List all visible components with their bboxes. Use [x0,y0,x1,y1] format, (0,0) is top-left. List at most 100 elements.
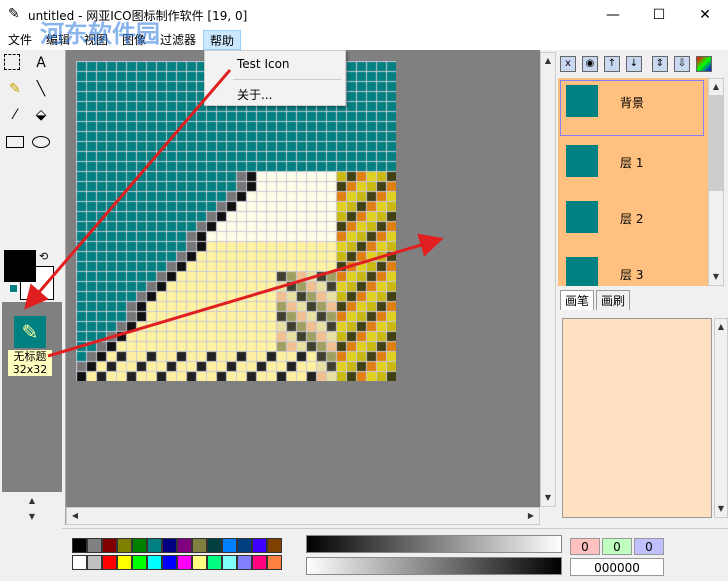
menu-item-about[interactable]: 关于... [237,86,272,103]
layer-item[interactable]: 层 3 [558,252,708,286]
dark-gradient-bar[interactable] [306,535,562,553]
palette-color[interactable] [147,538,162,553]
layer-panel: x ◉ ↑ ↓ ⇕ ⇩ 背景 层 1 层 2 层 3 ▲ ▼ 画笔 画刷 ▲ ▼ [556,50,728,525]
tab-pen[interactable]: 画笔 [560,290,595,310]
vertical-scrollbar[interactable]: ▲ ▼ [540,52,556,507]
ellipse-tool-icon[interactable] [32,136,50,148]
palette-color[interactable] [102,555,117,570]
layer-label: 层 2 [620,212,644,226]
line-tool-icon[interactable]: ╲ [30,78,52,100]
brush-scrollbar[interactable]: ▲ ▼ [714,318,728,518]
text-tool-icon[interactable]: A [30,52,52,74]
palette-color[interactable] [222,555,237,570]
palette-color[interactable] [267,555,282,570]
layer-list: 背景 层 1 层 2 层 3 [558,78,708,286]
layer-item[interactable]: 层 1 [558,140,708,196]
green-value[interactable]: 0 [602,538,632,555]
palette-color[interactable] [87,538,102,553]
palette-color[interactable] [252,538,267,553]
palette-color[interactable] [162,555,177,570]
palette-color[interactable] [162,538,177,553]
select-tool-icon[interactable] [4,54,20,70]
eyedropper-tool-icon[interactable]: ⁄ [4,104,26,126]
palette-color[interactable] [207,538,222,553]
pencil-tool-icon[interactable]: ✎ [4,78,26,100]
palette-color[interactable] [207,555,222,570]
palette-color[interactable] [177,538,192,553]
palette-color[interactable] [132,555,147,570]
pixel-editor-canvas[interactable] [76,61,396,381]
transparent-color-swatch[interactable] [9,284,18,293]
fill-tool-icon[interactable]: ⬙ [30,104,52,126]
merge-up-icon[interactable]: ⇕ [652,56,668,72]
palette-color[interactable] [87,555,102,570]
help-dropdown: Test Icon 关于... [204,50,346,106]
hex-value[interactable]: 000000 [570,558,664,576]
icon-thumbnail[interactable]: ✎ [14,316,46,348]
layer-label: 层 3 [620,268,644,282]
title-bar: ✎ untitled - 网亚ICO图标制作软件 [19, 0] 河东软件园 —… [0,0,728,48]
horizontal-scrollbar[interactable]: ◀ ▶ [66,507,540,525]
scroll-up-button[interactable]: ▲ [2,493,62,509]
palette-color[interactable] [72,538,87,553]
visibility-icon[interactable]: ◉ [582,56,598,72]
swap-colors-icon[interactable]: ⟲ [39,250,48,263]
palette-color[interactable] [192,555,207,570]
light-gradient-bar[interactable] [306,557,562,575]
scroll-up-button[interactable]: ▲ [541,53,555,69]
palette-color[interactable] [102,538,117,553]
color-layer-icon[interactable] [696,56,712,72]
layer-scrollbar[interactable]: ▲ ▼ [708,78,724,286]
palette-color[interactable] [117,538,132,553]
menu-help[interactable]: 帮助 [203,30,242,50]
layer-item[interactable]: 背景 [558,78,708,136]
icon-size: 32x32 [12,363,48,376]
layer-thumbnail [566,201,598,233]
canvas-area [66,50,540,507]
scroll-down-button[interactable]: ▼ [709,269,723,285]
palette-color[interactable] [267,538,282,553]
red-value[interactable]: 0 [570,538,600,555]
blue-value[interactable]: 0 [634,538,664,555]
move-up-icon[interactable]: ↑ [604,56,620,72]
layer-item[interactable]: 层 2 [558,196,708,252]
rectangle-tool-icon[interactable] [6,136,24,148]
palette-color[interactable] [132,538,147,553]
tab-brush[interactable]: 画刷 [596,290,631,310]
scroll-up-button[interactable]: ▲ [709,79,723,95]
layer-label: 背景 [620,96,645,110]
icon-label[interactable]: 无标题 32x32 [8,350,52,376]
scroll-down-button[interactable]: ▼ [541,490,555,506]
menu-file[interactable]: 文件 [2,30,38,50]
palette-color[interactable] [72,555,87,570]
palette-color[interactable] [192,538,207,553]
palette-color[interactable] [237,555,252,570]
scroll-down-button[interactable]: ▼ [715,501,727,517]
icon-list: ✎ 无标题 32x32 [2,302,62,492]
foreground-color-swatch[interactable] [4,250,36,282]
menu-item-test-icon[interactable]: Test Icon [237,57,290,71]
merge-down-icon[interactable]: ⇩ [674,56,690,72]
scroll-down-button[interactable]: ▼ [2,509,62,525]
scroll-right-button[interactable]: ▶ [523,508,539,524]
watermark-logo: 河东软件园 [40,20,160,48]
close-button[interactable]: ✕ [682,0,728,30]
icon-name: 无标题 [13,350,47,363]
palette-color[interactable] [222,538,237,553]
palette-color[interactable] [117,555,132,570]
move-down-icon[interactable]: ↓ [626,56,642,72]
palette-color[interactable] [252,555,267,570]
scroll-thumb[interactable] [709,95,723,191]
scroll-left-button[interactable]: ◀ [67,508,83,524]
palette-color[interactable] [147,555,162,570]
maximize-button[interactable]: ☐ [636,0,682,30]
menu-divider [233,79,341,80]
menu-filter[interactable]: 过滤器 [154,30,202,50]
delete-layer-icon[interactable]: x [560,56,576,72]
scroll-up-button[interactable]: ▲ [715,319,727,335]
palette-color[interactable] [237,538,252,553]
layer-label: 层 1 [620,156,644,170]
minimize-button[interactable]: — [590,0,636,30]
layer-thumbnail [566,85,598,117]
palette-color[interactable] [177,555,192,570]
